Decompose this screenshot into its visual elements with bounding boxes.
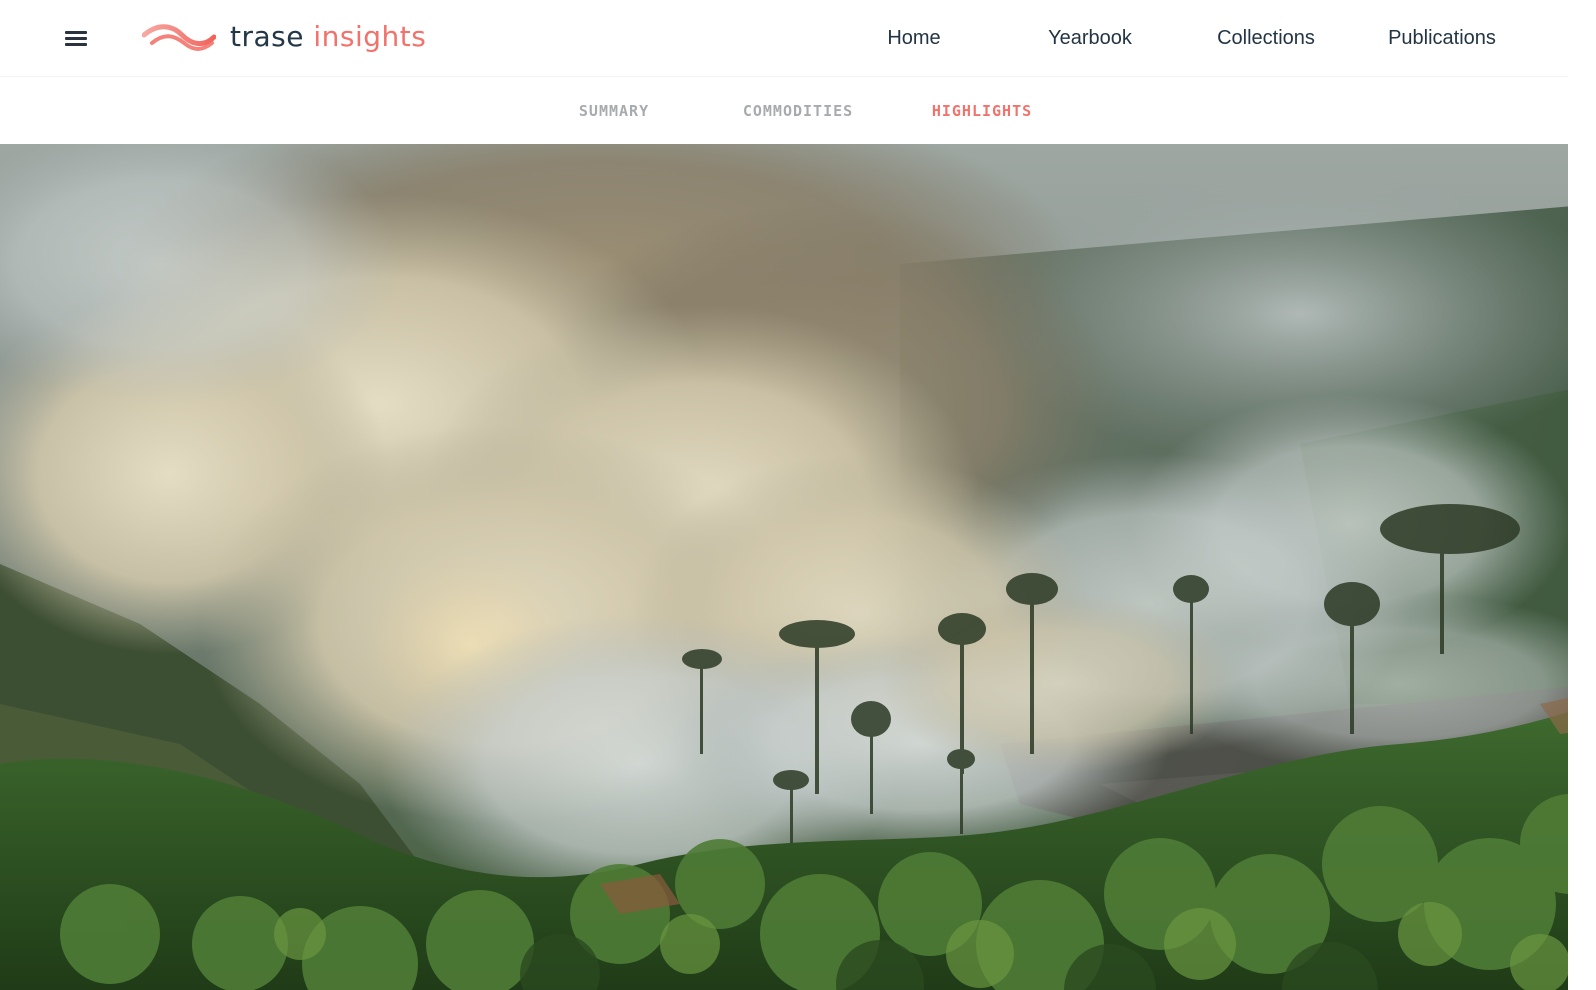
forest-fire-photo [0, 144, 1596, 990]
logo-link[interactable]: trase insights [142, 14, 426, 60]
logo-text: trase insights [230, 14, 426, 60]
right-edge [1568, 0, 1596, 990]
hero-image [0, 144, 1596, 990]
nav-collections[interactable]: Collections [1217, 24, 1315, 52]
nav-yearbook[interactable]: Yearbook [1048, 24, 1132, 52]
nav-publications[interactable]: Publications [1388, 24, 1496, 52]
trase-wave-logo-icon [142, 24, 216, 51]
menu-icon[interactable] [64, 28, 88, 48]
tab-summary[interactable]: SUMMARY [579, 101, 649, 121]
section-tabs: SUMMARY COMMODITIES HIGHLIGHTS [0, 77, 1596, 144]
logo-word-trase: trase [230, 20, 304, 53]
tab-commodities[interactable]: COMMODITIES [743, 101, 853, 121]
top-header: trase insights Home Yearbook Collections… [0, 0, 1596, 77]
nav-home[interactable]: Home [887, 24, 940, 52]
tab-highlights[interactable]: HIGHLIGHTS [932, 101, 1032, 121]
logo-word-insights: insights [313, 20, 427, 53]
page: trase insights Home Yearbook Collections… [0, 0, 1596, 990]
